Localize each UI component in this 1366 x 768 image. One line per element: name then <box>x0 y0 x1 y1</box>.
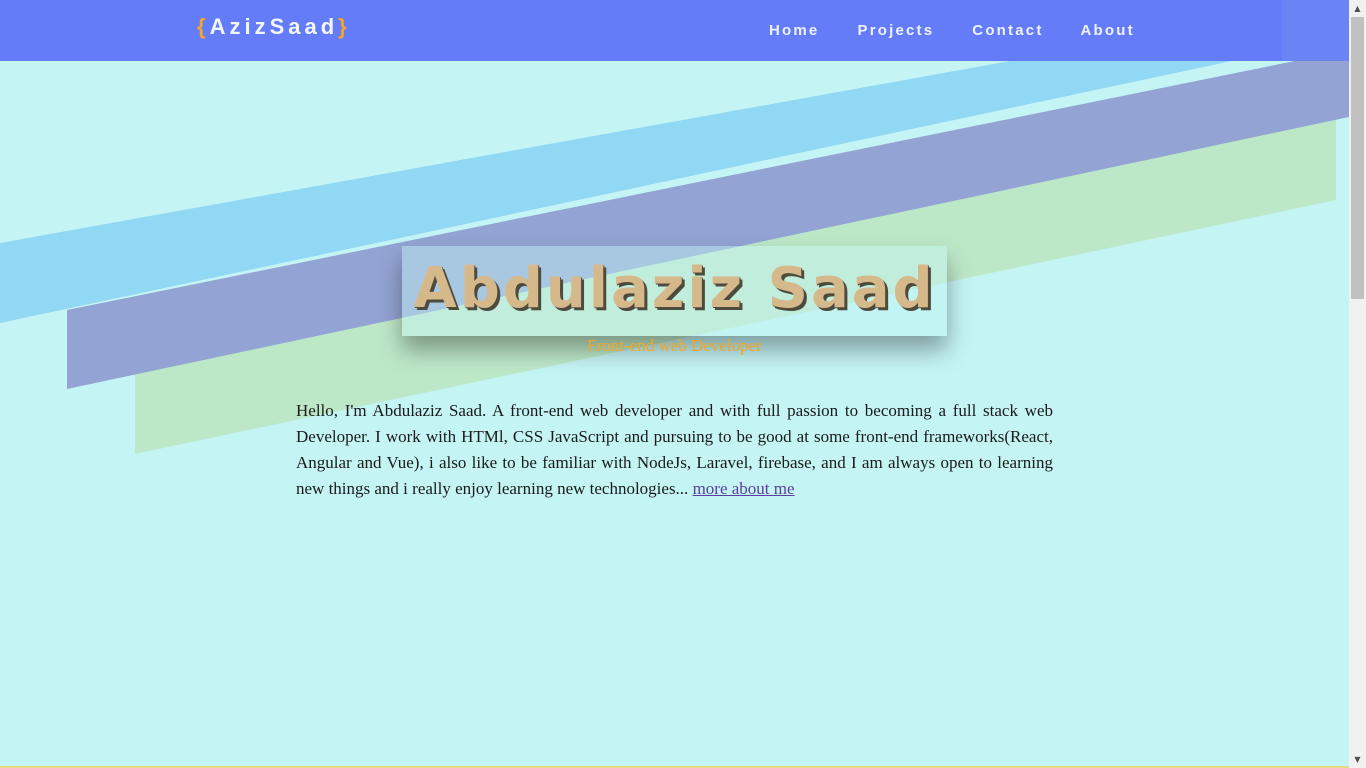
intro-text: Hello, I'm Abdulaziz Saad. A front-end w… <box>296 401 1053 498</box>
top-navbar: {AzizSaad} Home Projects Contact About <box>0 0 1349 61</box>
intro-paragraph: Hello, I'm Abdulaziz Saad. A front-end w… <box>296 398 1053 502</box>
nav-link-home[interactable]: Home <box>769 22 819 39</box>
site-logo[interactable]: {AzizSaad} <box>197 14 351 40</box>
logo-brace-open: { <box>197 14 210 39</box>
triangle-up-icon[interactable]: ▲ <box>1349 0 1366 17</box>
hero-name: Abdulaziz Saad <box>413 256 936 321</box>
background-stripes <box>0 0 1349 454</box>
nav-menu: Home Projects Contact About <box>769 22 1135 39</box>
page-viewport: {AzizSaad} Home Projects Contact About A… <box>0 0 1349 768</box>
nav-link-about[interactable]: About <box>1081 22 1135 39</box>
hero-name-card: Abdulaziz Saad <box>402 246 947 336</box>
logo-text: AzizSaad <box>209 14 339 39</box>
nav-link-contact[interactable]: Contact <box>972 22 1043 39</box>
nav-link-projects[interactable]: Projects <box>857 22 934 39</box>
navbar-right-strip <box>1282 0 1349 61</box>
logo-brace-close: } <box>338 14 351 39</box>
more-about-me-link[interactable]: more about me <box>693 479 795 498</box>
vertical-scrollbar[interactable]: ▲ ▼ <box>1349 0 1366 768</box>
hero-subtitle: Front-end web Developer <box>587 336 762 355</box>
scrollbar-thumb[interactable] <box>1351 17 1364 299</box>
triangle-down-icon[interactable]: ▼ <box>1349 751 1366 768</box>
